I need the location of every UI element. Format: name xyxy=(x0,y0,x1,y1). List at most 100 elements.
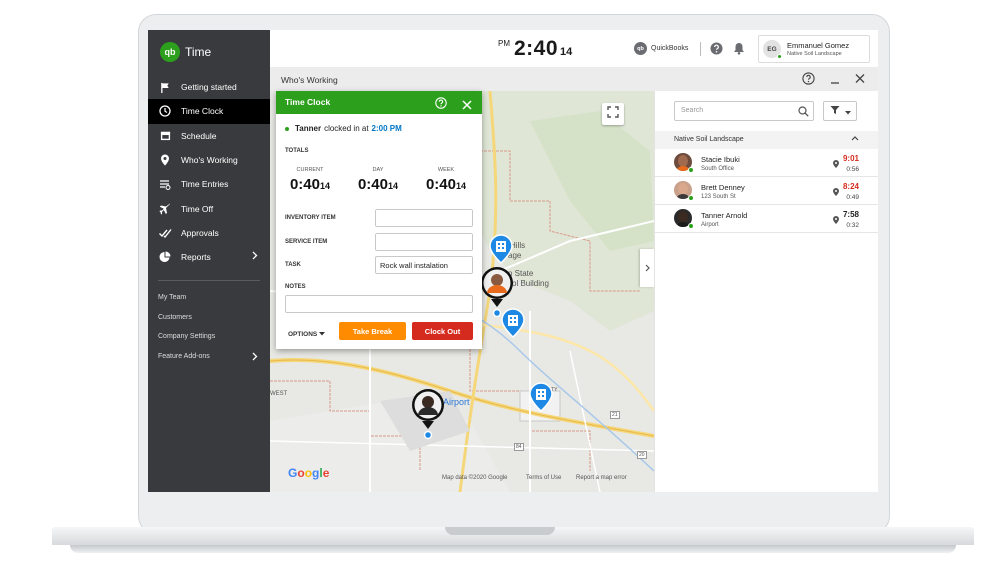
sidebar-item-label: Time Entries xyxy=(181,179,229,190)
location-pin-icon xyxy=(158,153,172,167)
employee-location: South Office xyxy=(701,166,734,172)
sidebar-item-company-settings[interactable]: Company Settings xyxy=(148,327,270,347)
user-menu[interactable]: EG Emmanuel Gomez Native Soil Landscape xyxy=(758,35,870,63)
location-pin-icon xyxy=(833,183,839,201)
sidebar-item-label: Time Clock xyxy=(181,106,224,117)
notes-input[interactable] xyxy=(285,295,473,313)
clock-in-time: 9:01 xyxy=(842,154,859,163)
search-input[interactable]: Search xyxy=(674,101,814,121)
online-status-dot xyxy=(777,54,782,59)
total-label: WEEK xyxy=(437,167,455,173)
map-road-84: 84 xyxy=(514,443,524,451)
sidebar-item-label: Time Off xyxy=(181,203,214,214)
list-item[interactable]: Stacie Ibuki South Office 9:01 0:56 xyxy=(655,149,878,177)
employee-name: Brett Denney xyxy=(701,183,745,192)
clock-in-time: 8:24 xyxy=(842,182,859,191)
main-nav: Getting started Time Clock Schedule Who'… xyxy=(148,75,270,269)
online-status-dot xyxy=(688,223,694,229)
close-icon[interactable] xyxy=(854,72,866,90)
group-header[interactable]: Native Soil Landscape xyxy=(655,131,878,149)
sidebar-item-label: Feature Add-ons xyxy=(158,352,210,360)
flag-icon xyxy=(158,80,172,94)
location-pin-icon xyxy=(833,211,839,229)
sidebar-item-getting-started[interactable]: Getting started xyxy=(148,75,270,99)
report-map-error-link[interactable]: Report a map error xyxy=(576,475,627,481)
pie-chart-icon xyxy=(158,250,172,264)
sidebar-item-label: My Team xyxy=(158,294,187,302)
list-item[interactable]: Brett Denney 123 South St 8:24 0:49 xyxy=(655,177,878,205)
google-letter: e xyxy=(322,466,330,480)
help-icon[interactable] xyxy=(435,96,447,114)
quickbooks-logo-icon: qb xyxy=(160,42,180,62)
employee-name: Tanner Arnold xyxy=(701,211,748,220)
employee-marker[interactable] xyxy=(480,265,514,324)
double-check-icon xyxy=(158,226,172,240)
inventory-item-input[interactable] xyxy=(375,209,473,227)
sidebar-item-whos-working[interactable]: Who's Working xyxy=(148,148,270,172)
building-marker[interactable] xyxy=(528,382,554,417)
app-screen: qb Time Getting started Time Clock Sched… xyxy=(148,30,878,492)
online-status-dot xyxy=(688,167,694,173)
sidebar-item-approvals[interactable]: Approvals xyxy=(148,221,270,245)
sidebar-item-my-team[interactable]: My Team xyxy=(148,288,270,308)
terms-of-use-link[interactable]: Terms of Use xyxy=(526,475,561,481)
list-icon xyxy=(158,177,172,191)
sidebar-item-feature-add-ons[interactable]: Feature Add-ons xyxy=(148,347,270,367)
employee-list: Stacie Ibuki South Office 9:01 0:56 Bret… xyxy=(655,149,878,233)
help-icon[interactable] xyxy=(710,42,723,60)
employee-location: 123 South St xyxy=(701,194,736,200)
service-item-input[interactable] xyxy=(375,233,473,251)
expand-panel-button[interactable] xyxy=(640,249,654,287)
filter-icon xyxy=(830,102,840,120)
clock-in-status: Tanner clocked in at 2:00 PM xyxy=(285,124,402,133)
filter-button[interactable] xyxy=(823,101,857,121)
sidebar-item-label: Getting started xyxy=(181,82,237,93)
map-label-airport: Airport xyxy=(443,397,470,407)
total-sec: 14 xyxy=(456,181,467,191)
sidebar-item-time-entries[interactable]: Time Entries xyxy=(148,172,270,196)
sidebar-item-customers[interactable]: Customers xyxy=(148,308,270,328)
task-input[interactable]: Rock wall instalation xyxy=(375,256,473,274)
list-item[interactable]: Tanner Arnold Airport 7:58 0:32 xyxy=(655,205,878,233)
clock-ampm: PM xyxy=(498,39,510,48)
brand[interactable]: qb Time xyxy=(160,42,211,62)
quickbooks-link[interactable]: qb QuickBooks xyxy=(634,42,688,55)
options-dropdown[interactable]: OPTIONS xyxy=(288,331,326,338)
total-sec: 14 xyxy=(388,181,399,191)
sidebar-item-time-clock[interactable]: Time Clock xyxy=(148,99,270,124)
sidebar: qb Time Getting started Time Clock Sched… xyxy=(148,30,270,492)
total-label: DAY xyxy=(372,167,384,173)
clock-in-time-link[interactable]: 2:00 PM xyxy=(372,124,402,133)
bell-icon[interactable] xyxy=(733,42,745,60)
total-label: CURRENT xyxy=(296,167,324,173)
map-road-20: 20 xyxy=(637,451,647,459)
sidebar-item-time-off[interactable]: Time Off xyxy=(148,196,270,220)
close-icon[interactable] xyxy=(462,97,472,115)
employee-marker[interactable] xyxy=(411,387,445,446)
app-name: Time xyxy=(185,45,212,59)
search-placeholder: Search xyxy=(681,107,704,114)
total-day: DAY 0:4014 xyxy=(344,167,412,194)
employee-list-panel: Search Native Soil Landscape Stacie Ibuk… xyxy=(654,91,878,492)
status-text: clocked in at xyxy=(324,124,369,133)
airplane-icon xyxy=(158,202,172,216)
sidebar-item-schedule[interactable]: Schedule xyxy=(148,124,270,148)
building-marker[interactable] xyxy=(488,234,514,269)
fullscreen-icon xyxy=(607,105,619,123)
map-label-west: WEST xyxy=(270,391,288,397)
clock-hours-minutes: 2:40 xyxy=(514,37,559,60)
sidebar-item-reports[interactable]: Reports xyxy=(148,245,270,269)
avatar: EG xyxy=(763,40,782,59)
map-label-capitol: itol Building xyxy=(508,279,549,288)
help-icon[interactable] xyxy=(802,72,815,90)
fullscreen-button[interactable] xyxy=(602,103,624,125)
minimize-icon[interactable] xyxy=(829,72,841,90)
elapsed-duration: 0:49 xyxy=(846,194,859,201)
chevron-up-icon xyxy=(851,135,859,143)
status-name: Tanner xyxy=(295,124,322,133)
take-break-button[interactable]: Take Break xyxy=(339,322,406,340)
secondary-nav: My Team Customers Company Settings Featu… xyxy=(148,288,270,366)
clock-icon xyxy=(158,104,172,118)
clock-out-button[interactable]: Clock Out xyxy=(412,322,473,340)
totals-label: TOTALS xyxy=(285,148,309,154)
